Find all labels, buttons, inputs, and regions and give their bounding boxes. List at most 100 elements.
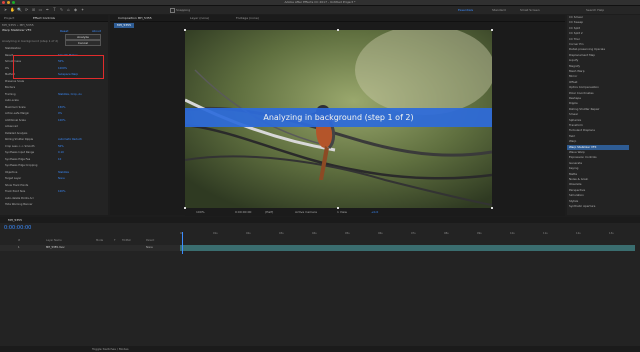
camera-tool-icon[interactable]: ⊞: [31, 7, 36, 12]
layer-handle[interactable]: [337, 29, 339, 31]
current-time[interactable]: 0:00:00:00: [235, 209, 251, 216]
effect-property-row[interactable]: Track Point Size 100%: [2, 190, 65, 195]
effect-list-item[interactable]: Ripple: [569, 101, 578, 106]
property-value[interactable]: 10: [58, 158, 61, 163]
comp-breadcrumb[interactable]: MH_5355: [114, 23, 134, 28]
effect-property-row[interactable]: 0% 1000%: [2, 67, 67, 72]
effect-list-item[interactable]: CC Sweep: [569, 20, 583, 25]
layer-handle[interactable]: [491, 29, 493, 31]
layer-parent[interactable]: None: [146, 245, 153, 251]
effect-property-row[interactable]: Synthesis Edge Fea 10: [2, 158, 61, 163]
effect-property-row[interactable]: Target Layer None: [2, 177, 65, 182]
eraser-tool-icon[interactable]: ◆: [73, 7, 78, 12]
effect-property-row[interactable]: Auto-scale: [2, 99, 19, 104]
type-tool-icon[interactable]: T: [52, 7, 57, 12]
pen-tool-icon[interactable]: ✒: [45, 7, 50, 12]
effect-list-item[interactable]: Turbulent Displace: [569, 128, 595, 133]
property-value[interactable]: 0.10: [58, 151, 64, 156]
effect-list-item[interactable]: CC Split 2: [569, 31, 583, 36]
effect-property-row[interactable]: Borders: [2, 86, 15, 91]
effect-list-item[interactable]: Displacement Map: [569, 53, 595, 58]
effect-property-row[interactable]: Objective Stabilize: [2, 171, 69, 176]
effect-property-row[interactable]: Action-safe Margin 0%: [2, 112, 62, 117]
effect-property-row[interactable]: Framing Stabilize, Crop, Au: [2, 93, 82, 98]
effect-property-row[interactable]: Synthesis Edge Cropping: [2, 164, 37, 169]
effect-list-item[interactable]: CC Smear: [569, 15, 583, 20]
property-value[interactable]: 0%: [58, 112, 62, 117]
effect-list-item[interactable]: Matte: [569, 172, 577, 177]
effect-list-item[interactable]: Perspective: [569, 188, 585, 193]
exposure-value[interactable]: +0.0: [371, 209, 378, 216]
effect-list-item[interactable]: CC Split: [569, 26, 580, 31]
effect-list-item[interactable]: Offset: [569, 80, 577, 85]
effect-property-row[interactable]: Show Track Points: [2, 184, 28, 189]
property-value[interactable]: Stabilize, Crop, Au: [58, 93, 82, 98]
puppet-tool-icon[interactable]: ✦: [80, 7, 85, 12]
effect-property-row[interactable]: Hide Warning Banner: [2, 203, 33, 208]
rotation-tool-icon[interactable]: ⟳: [24, 7, 29, 12]
effect-property-row[interactable]: Auto-delete Points Acr: [2, 197, 34, 202]
effect-property-row[interactable]: Result Smooth Motion: [2, 54, 78, 59]
stamp-tool-icon[interactable]: ⌂: [66, 7, 71, 12]
property-value[interactable]: 100%: [58, 190, 65, 195]
hand-tool-icon[interactable]: ✋: [10, 7, 15, 12]
property-value[interactable]: Stabilize: [58, 171, 69, 176]
tab-composition[interactable]: Composition MH_5355: [118, 15, 152, 21]
snapping-checkbox[interactable]: [170, 8, 175, 13]
effect-list-item[interactable]: Corner Pin: [569, 42, 583, 47]
workspace-essentials[interactable]: Essentials: [458, 8, 473, 12]
effect-list-item[interactable]: Magnify: [569, 64, 580, 69]
about-link[interactable]: About: [92, 29, 101, 33]
effect-list-item[interactable]: Mirror: [569, 74, 577, 79]
time-ruler[interactable]: 0s01s02s03s04s05s06s07s08s09s10s11s12s13…: [180, 232, 635, 237]
effect-property-row[interactable]: Crop Less <-> Smooth 50%: [2, 145, 64, 150]
property-value[interactable]: 100%: [58, 119, 65, 124]
layer-handle[interactable]: [184, 29, 186, 31]
effect-list-item[interactable]: Wave Warp: [569, 150, 585, 155]
camera-dropdown[interactable]: Active Camera: [295, 209, 317, 216]
zoom-tool-icon[interactable]: 🔍: [17, 7, 22, 12]
effect-property-row[interactable]: Advanced: [2, 125, 18, 130]
cancel-button[interactable]: Cancel: [65, 40, 101, 46]
rectangle-tool-icon[interactable]: ▭: [38, 7, 43, 12]
effect-list-item[interactable]: Twirl: [569, 134, 575, 139]
effect-list-item[interactable]: Reshape: [569, 96, 581, 101]
timeline-timecode[interactable]: 0:00:00:00: [4, 225, 31, 231]
effect-property-row[interactable]: Synthesis Input Range 0.10: [2, 151, 64, 156]
tab-effect-controls[interactable]: Effect Controls: [33, 15, 55, 21]
layer-duration-bar[interactable]: [180, 245, 635, 251]
effect-property-row[interactable]: Rolling Shutter Ripple Automatic Reducti: [2, 138, 82, 143]
workspace-small-screen[interactable]: Small Screen: [520, 8, 540, 12]
resolution-dropdown[interactable]: (Half): [265, 209, 273, 216]
effect-list-item[interactable]: Optics Compensation: [569, 85, 599, 90]
toggle-switches-modes[interactable]: Toggle Switches / Modes: [92, 346, 129, 352]
effect-property-row[interactable]: Maximum Scale 150%: [2, 106, 65, 111]
effect-list-item[interactable]: Expression Controls: [569, 155, 597, 160]
effect-list-item[interactable]: Spherize: [569, 118, 581, 123]
tab-layer[interactable]: Layer (none): [190, 15, 209, 21]
effect-list-item[interactable]: Smear: [569, 112, 578, 117]
effect-list-item[interactable]: Noise & Grain: [569, 177, 588, 182]
effect-list-item[interactable]: Stylize: [569, 199, 578, 204]
property-value[interactable]: None: [58, 177, 65, 182]
reset-link[interactable]: Reset: [60, 29, 68, 33]
effect-list-item[interactable]: CC Tiler: [569, 37, 580, 42]
effect-list-item[interactable]: Obsolete: [569, 182, 581, 187]
selection-tool-icon[interactable]: ➤: [3, 7, 8, 12]
property-value[interactable]: 150%: [58, 106, 65, 111]
tab-project[interactable]: Project: [4, 15, 14, 21]
effect-list-item[interactable]: Synthetic Aperture: [569, 204, 595, 209]
layer-name[interactable]: MH_5355.mov: [46, 245, 65, 251]
effect-list-item[interactable]: Polar Coordinates: [569, 91, 594, 96]
playhead[interactable]: [182, 232, 183, 254]
property-value[interactable]: 50%: [58, 145, 64, 150]
effect-property-row[interactable]: Additional Scale 100%: [2, 119, 65, 124]
brush-tool-icon[interactable]: ✎: [59, 7, 64, 12]
layer-row[interactable]: 1 MH_5355.mov None: [0, 245, 180, 251]
effect-list-item[interactable]: Detail-preserving Upscale: [569, 47, 605, 52]
effect-property-row[interactable]: Preserve Scale: [2, 80, 24, 85]
tab-footage[interactable]: Footage (none): [236, 15, 259, 21]
property-value[interactable]: Automatic Reducti: [58, 138, 82, 143]
effect-list-item[interactable]: Mesh Warp: [569, 69, 584, 74]
effect-property-row[interactable]: Stabilization: [2, 47, 21, 52]
